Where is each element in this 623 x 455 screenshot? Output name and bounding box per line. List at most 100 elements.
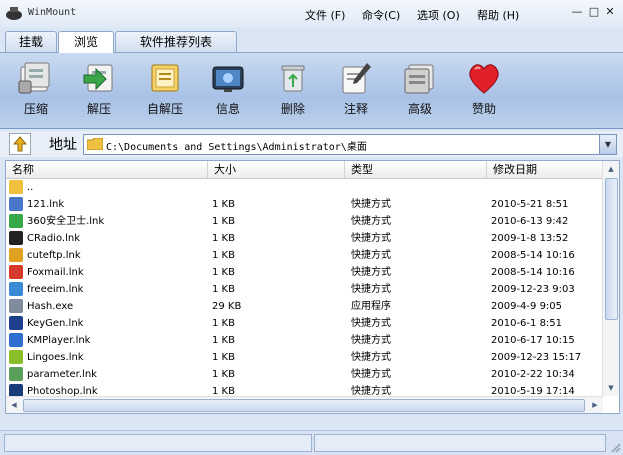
file-date: 2008-5-14 10:16 — [491, 267, 575, 278]
winmount-logo-icon — [6, 7, 22, 20]
list-header: 名称 大小 类型 修改日期 — [6, 161, 603, 179]
comment-label: 注释 — [343, 102, 368, 116]
file-name: cuteftp.lnk — [27, 250, 81, 261]
file-type: 快捷方式 — [351, 335, 391, 346]
file-row[interactable]: CRadio.lnk 1 KB 快捷方式 2009-1-8 13:52 — [6, 230, 603, 247]
scroll-left-icon[interactable]: ◀ — [6, 397, 22, 413]
tab-software-recommend[interactable]: 软件推荐列表 — [115, 31, 237, 52]
column-name[interactable]: 名称 — [6, 161, 208, 178]
file-date: 2010-6-13 9:42 — [491, 216, 569, 227]
minimize-button[interactable]: — — [570, 5, 584, 19]
file-date: 2010-5-21 8:51 — [491, 199, 569, 210]
horizontal-scrollbar[interactable]: ◀ ▶ — [6, 396, 603, 413]
shortcut-icon — [9, 197, 23, 211]
file-date: 2008-5-14 10:16 — [491, 250, 575, 261]
file-date: 2010-2-22 10:34 — [491, 369, 575, 380]
file-size: 1 KB — [212, 250, 235, 261]
extract-button[interactable]: 解压 — [71, 55, 127, 125]
file-type: 快捷方式 — [351, 352, 391, 363]
address-field[interactable]: C:\Documents and Settings\Administrator\… — [83, 134, 617, 155]
file-size: 1 KB — [212, 199, 235, 210]
menu-options[interactable]: 选项 (O) — [417, 7, 460, 23]
app-icon — [9, 299, 23, 313]
advanced-icon — [404, 64, 434, 94]
self-extract-button[interactable]: 自解压 — [137, 55, 193, 125]
radio-icon — [9, 231, 23, 245]
column-size[interactable]: 大小 — [208, 161, 345, 178]
delete-button[interactable]: 删除 — [265, 55, 321, 125]
file-date: 2010-6-17 10:15 — [491, 335, 575, 346]
address-bar: 地址 C:\Documents and Settings\Administrat… — [0, 131, 623, 157]
file-type: 快捷方式 — [351, 369, 391, 380]
file-type: 应用程序 — [351, 301, 391, 312]
vertical-scrollbar[interactable]: ▲ ▼ — [602, 161, 619, 396]
file-row[interactable]: Lingoes.lnk 1 KB 快捷方式 2009-12-23 15:17 — [6, 349, 603, 366]
file-name: KMPlayer.lnk — [27, 335, 91, 346]
scroll-up-icon[interactable]: ▲ — [603, 161, 619, 177]
comment-button[interactable]: 注释 — [328, 55, 384, 125]
delete-label: 删除 — [280, 102, 305, 116]
tab-browse[interactable]: 浏览 — [58, 31, 114, 53]
file-type: 快捷方式 — [351, 284, 391, 295]
file-row[interactable]: .. — [6, 179, 603, 196]
restore-button[interactable]: □ — [587, 5, 601, 19]
file-row[interactable]: parameter.lnk 1 KB 快捷方式 2010-2-22 10:34 — [6, 366, 603, 383]
file-size: 1 KB — [212, 352, 235, 363]
self-extract-label: 自解压 — [146, 102, 183, 116]
info-button[interactable]: 信息 — [200, 55, 256, 125]
status-bar — [0, 430, 623, 455]
up-arrow-icon — [12, 136, 28, 152]
status-pane-right — [314, 434, 606, 452]
delete-icon — [281, 65, 305, 92]
address-dropdown-button[interactable]: ▼ — [599, 135, 616, 154]
file-name: Hash.exe — [27, 301, 74, 312]
file-date: 2009-12-23 15:17 — [491, 352, 582, 363]
file-type: 快捷方式 — [351, 250, 391, 261]
tab-mount[interactable]: 挂载 — [5, 31, 57, 52]
info-label: 信息 — [215, 102, 240, 116]
extract-icon — [83, 64, 113, 92]
heart-icon — [469, 64, 499, 94]
file-row[interactable]: 121.lnk 1 KB 快捷方式 2010-5-21 8:51 — [6, 196, 603, 213]
file-row[interactable]: 360安全卫士.lnk 1 KB 快捷方式 2010-6-13 9:42 — [6, 213, 603, 230]
advanced-button[interactable]: 高级 — [392, 55, 448, 125]
dictionary-icon — [9, 350, 23, 364]
file-name: parameter.lnk — [27, 369, 97, 380]
menu-file[interactable]: 文件 (F) — [305, 7, 345, 23]
file-type: 快捷方式 — [351, 199, 391, 210]
compress-label: 压缩 — [23, 102, 48, 116]
up-folder-button[interactable] — [9, 133, 31, 155]
sponsor-button[interactable]: 赞助 — [456, 55, 512, 125]
address-label: 地址 — [49, 137, 77, 153]
column-date[interactable]: 修改日期 — [487, 161, 603, 178]
file-row[interactable]: freeeim.lnk 1 KB 快捷方式 2009-12-23 9:03 — [6, 281, 603, 298]
parameter-icon — [9, 367, 23, 381]
scroll-down-icon[interactable]: ▼ — [603, 380, 619, 396]
column-type[interactable]: 类型 — [345, 161, 487, 178]
file-size: 29 KB — [212, 301, 242, 312]
resize-grip-icon[interactable] — [609, 441, 621, 453]
compress-button[interactable]: 压缩 — [8, 55, 64, 125]
close-button[interactable]: ✕ — [603, 5, 617, 19]
app-title: WinMount — [28, 7, 77, 18]
file-name: Foxmail.lnk — [27, 267, 84, 278]
file-size: 1 KB — [212, 267, 235, 278]
file-type: 快捷方式 — [351, 318, 391, 329]
file-rows: .. 121.lnk 1 KB 快捷方式 2010-5-21 8:51 360安全卫士.l… — [6, 179, 603, 413]
file-row[interactable]: Foxmail.lnk 1 KB 快捷方式 2008-5-14 10:16 — [6, 264, 603, 281]
file-date: 2010-6-1 8:51 — [491, 318, 563, 329]
menu-command[interactable]: 命令(C) — [362, 7, 400, 23]
ftp-icon — [9, 248, 23, 262]
file-name: freeeim.lnk — [27, 284, 84, 295]
file-row[interactable]: KMPlayer.lnk 1 KB 快捷方式 2010-6-17 10:15 — [6, 332, 603, 349]
file-list: 名称 大小 类型 修改日期 .. 121.lnk 1 KB 快捷方式 2010-5-21… — [5, 160, 620, 414]
file-row[interactable]: KeyGen.lnk 1 KB 快捷方式 2010-6-1 8:51 — [6, 315, 603, 332]
menu-help[interactable]: 帮助 (H) — [477, 7, 519, 23]
vertical-scroll-thumb[interactable] — [605, 178, 618, 320]
file-row[interactable]: Hash.exe 29 KB 应用程序 2009-4-9 9:05 — [6, 298, 603, 315]
scroll-right-icon[interactable]: ▶ — [587, 397, 603, 413]
shield-icon — [9, 214, 23, 228]
file-row[interactable]: cuteftp.lnk 1 KB 快捷方式 2008-5-14 10:16 — [6, 247, 603, 264]
horizontal-scroll-thumb[interactable] — [23, 399, 585, 412]
info-icon — [212, 66, 244, 92]
